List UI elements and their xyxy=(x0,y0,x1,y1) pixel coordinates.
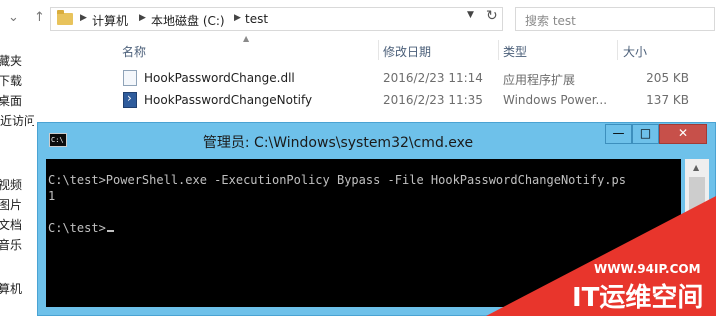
nav-item-desktop[interactable]: 桌面 xyxy=(0,92,22,109)
chevron-right-icon: ▶ xyxy=(139,13,146,23)
file-date: 2016/2/23 11:35 xyxy=(383,93,483,107)
address-dropdown-icon[interactable]: ▼ xyxy=(467,10,474,20)
file-size: 205 KB xyxy=(646,71,689,85)
cmd-title-bar[interactable]: C:\ 管理员: C:\Windows\system32\cmd.exe — □… xyxy=(38,123,716,159)
file-row[interactable]: HookPasswordChangeNotify 2016/2/23 11:35… xyxy=(120,90,716,110)
nav-item-computer[interactable]: 算机 xyxy=(0,280,22,297)
up-arrow-icon[interactable]: ↑ xyxy=(34,10,45,25)
nav-item-pictures[interactable]: 图片 xyxy=(0,196,22,213)
address-toolbar: ⌄ ↑ ▶ 计算机 ▶ 本地磁盘 (C:) ▶ test ▼ ↻ 搜索 test xyxy=(0,5,716,31)
folder-icon xyxy=(57,10,73,25)
maximize-button[interactable]: □ xyxy=(632,124,659,144)
watermark-url: WWW.94IP.COM xyxy=(594,262,701,276)
powershell-file-icon xyxy=(123,91,137,108)
chevron-right-icon: ▶ xyxy=(80,13,87,23)
file-name[interactable]: HookPasswordChange.dll xyxy=(144,71,295,85)
search-input[interactable]: 搜索 test xyxy=(515,7,715,31)
chevron-right-icon: ▶ xyxy=(234,13,241,23)
column-header-type[interactable]: 类型 xyxy=(503,43,527,60)
column-header-date[interactable]: 修改日期 xyxy=(383,43,431,60)
console-line: C:\test>PowerShell.exe -ExecutionPolicy … xyxy=(48,173,626,187)
breadcrumb-test[interactable]: test xyxy=(245,12,268,26)
watermark-logo: WWW.94IP.COM IT运维空间 xyxy=(486,196,716,316)
column-header-row: ▲ 名称 修改日期 类型 大小 xyxy=(104,34,716,62)
file-type: 应用程序扩展 xyxy=(503,73,576,87)
sort-ascending-icon: ▲ xyxy=(243,34,250,43)
nav-item-recent-places[interactable]: 最近访问的位置 xyxy=(0,112,34,129)
close-button[interactable]: ✕ xyxy=(659,124,707,144)
column-divider[interactable] xyxy=(498,40,499,60)
window-title: 管理员: C:\Windows\system32\cmd.exe xyxy=(202,135,474,151)
refresh-icon[interactable]: ↻ xyxy=(486,8,498,24)
column-divider[interactable] xyxy=(617,40,618,60)
nav-item-music[interactable]: 音乐 xyxy=(0,236,22,253)
console-prompt: C:\test> xyxy=(48,221,106,235)
search-placeholder: 搜索 test xyxy=(525,14,576,28)
breadcrumb-computer[interactable]: 计算机 xyxy=(92,12,128,29)
column-divider[interactable] xyxy=(378,40,379,60)
minimize-button[interactable]: — xyxy=(605,124,632,144)
scroll-up-icon[interactable]: ▲ xyxy=(693,163,699,172)
file-row[interactable]: HookPasswordChange.dll 2016/2/23 11:14 应… xyxy=(120,68,716,88)
dll-file-icon xyxy=(123,70,137,86)
text-cursor xyxy=(106,230,114,232)
console-prompt-line: C:\test> xyxy=(48,221,114,235)
nav-item-downloads[interactable]: 下载 xyxy=(0,72,22,89)
file-size: 137 KB xyxy=(646,93,689,107)
file-type: Windows Power... xyxy=(503,93,608,107)
file-date: 2016/2/23 11:14 xyxy=(383,71,483,85)
file-name[interactable]: HookPasswordChangeNotify xyxy=(144,93,312,107)
navigation-pane: 藏夹 下载 桌面 最近访问的位置 视频 图片 文档 音乐 算机 xyxy=(0,40,34,316)
column-header-size[interactable]: 大小 xyxy=(623,43,647,60)
dropdown-arrow-icon[interactable]: ⌄ xyxy=(8,10,19,25)
watermark-brand: IT运维空间 xyxy=(572,282,703,313)
column-header-name[interactable]: 名称 xyxy=(122,43,146,60)
address-bar[interactable]: ▶ 计算机 ▶ 本地磁盘 (C:) ▶ test xyxy=(50,7,503,31)
nav-item-documents[interactable]: 文档 xyxy=(0,216,22,233)
breadcrumb-local-disk[interactable]: 本地磁盘 (C:) xyxy=(151,12,225,29)
nav-item-videos[interactable]: 视频 xyxy=(0,176,22,193)
nav-item-favorites[interactable]: 藏夹 xyxy=(0,52,22,69)
console-line: 1 xyxy=(48,189,56,203)
